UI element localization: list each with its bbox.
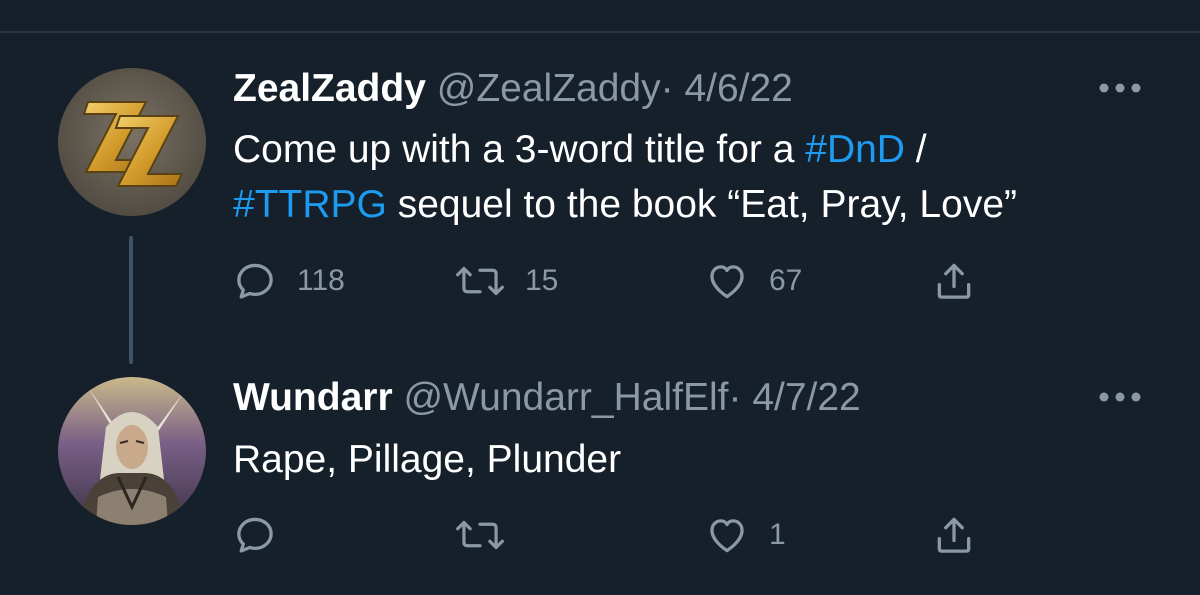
tweet-date[interactable]: 4/7/22	[752, 376, 860, 419]
more-dots-icon[interactable]	[1098, 387, 1142, 407]
retweet-button[interactable]	[455, 512, 525, 558]
like-button[interactable]: 1	[705, 512, 786, 558]
tweet-text-part: Come up with a 3-word title for a	[233, 128, 806, 171]
retweet-icon	[456, 266, 504, 296]
tweet-text-part: /	[904, 128, 927, 171]
like-count: 67	[769, 264, 803, 297]
share-button[interactable]	[932, 512, 976, 558]
retweet-icon	[456, 520, 504, 550]
hashtag-link[interactable]: #DnD	[805, 128, 905, 171]
reply-bubble-icon	[237, 517, 273, 553]
share-icon	[937, 263, 971, 299]
tweet-text-line: Come up with a 3-word title for a #DnD /	[233, 122, 1017, 177]
reply-count: 118	[297, 264, 345, 297]
reply-button[interactable]: 118	[233, 258, 345, 304]
hashtag-link[interactable]: #TTRPG	[233, 183, 387, 226]
like-count: 1	[769, 518, 786, 551]
tweet-thread-screen: ZealZaddy @ZealZaddy· 4/6/22 Come up wit…	[0, 0, 1200, 595]
thread-connector-line	[129, 236, 133, 364]
tweet-text: Come up with a 3-word title for a #DnD /…	[233, 122, 1017, 232]
tweet-header: Wundarr @Wundarr_HalfElf· 4/7/22	[233, 375, 861, 421]
share-icon	[937, 517, 971, 553]
tweet-text: Rape, Pillage, Plunder	[233, 438, 622, 481]
reply-bubble-icon	[237, 263, 273, 299]
like-button[interactable]: 67	[705, 258, 802, 304]
retweet-button[interactable]: 15	[455, 258, 558, 304]
avatar-zealzaddy[interactable]	[58, 68, 206, 216]
elf-portrait-icon	[58, 377, 206, 525]
retweet-count: 15	[525, 264, 559, 297]
separator-dot: ·	[660, 67, 674, 110]
zz-logo-icon	[58, 68, 206, 216]
tweet-text-line: #TTRPG sequel to the book “Eat, Pray, Lo…	[233, 177, 1017, 232]
display-name[interactable]: Wundarr	[233, 376, 393, 419]
tweet-header: ZealZaddy @ZealZaddy· 4/6/22	[233, 66, 793, 112]
heart-icon	[710, 519, 744, 553]
avatar-wundarr[interactable]	[58, 377, 206, 525]
tweet-date[interactable]: 4/6/22	[684, 67, 792, 110]
display-name[interactable]: ZealZaddy	[233, 67, 426, 110]
user-handle[interactable]: @Wundarr_HalfElf	[403, 376, 728, 419]
separator-dot: ·	[728, 376, 742, 419]
heart-icon	[710, 265, 744, 299]
top-divider	[0, 31, 1200, 33]
user-handle[interactable]: @ZealZaddy	[437, 67, 661, 110]
tweet-text-part: sequel to the book “Eat, Pray, Love”	[386, 183, 1017, 226]
more-dots-icon[interactable]	[1098, 78, 1142, 98]
share-button[interactable]	[932, 258, 976, 304]
reply-button[interactable]	[233, 512, 297, 558]
